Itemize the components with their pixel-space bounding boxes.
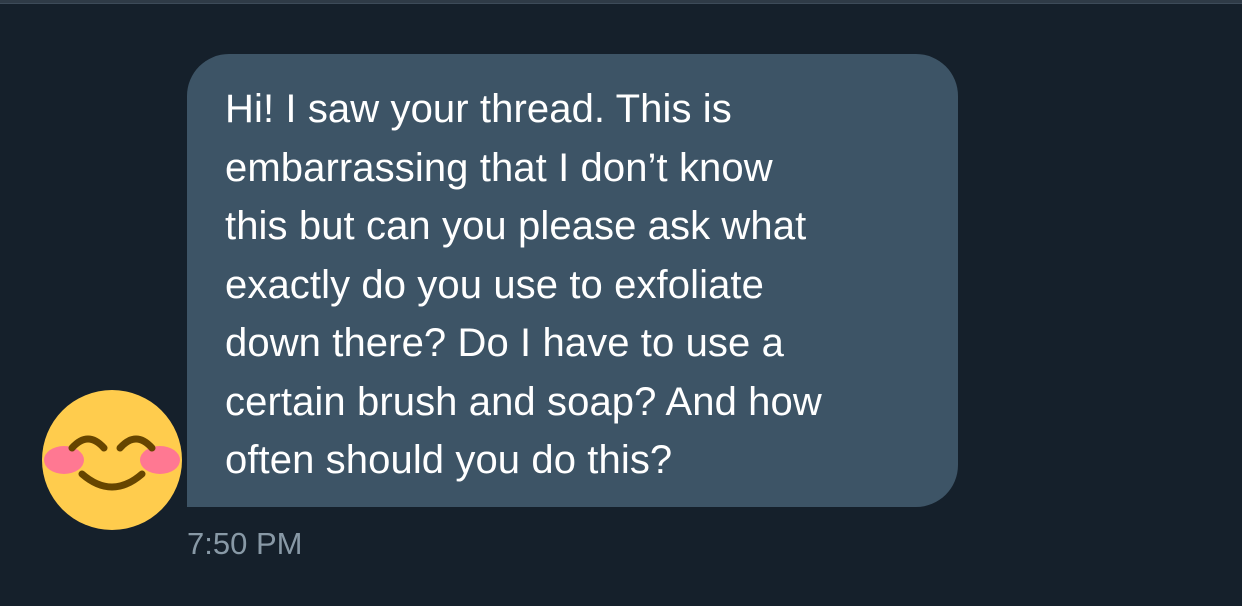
message-text: Hi! I saw your thread. This is embarrass… xyxy=(225,87,822,482)
message-timestamp: 7:50 PM xyxy=(187,526,303,561)
sender-avatar[interactable] xyxy=(42,390,182,530)
message-bubble[interactable]: Hi! I saw your thread. This is embarrass… xyxy=(187,54,958,507)
top-divider xyxy=(0,0,1242,4)
smiling-face-with-smiling-eyes-emoji-icon xyxy=(42,390,182,530)
